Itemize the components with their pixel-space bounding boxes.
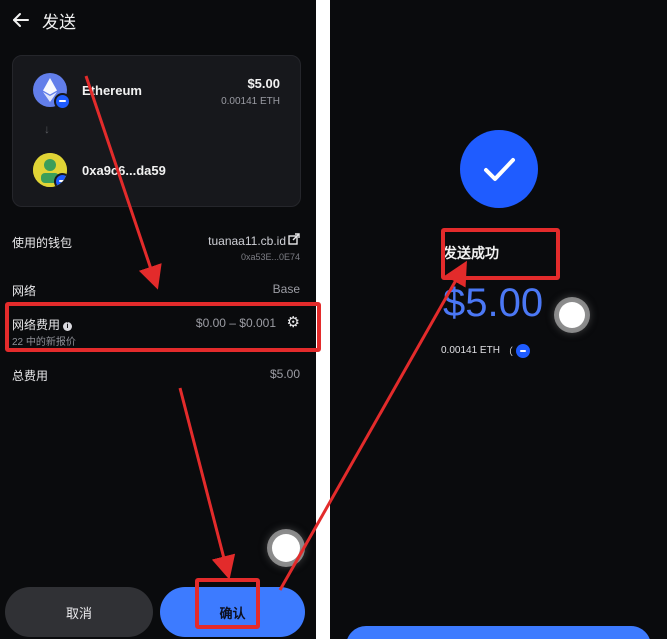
from-amount-eth: 0.00141 ETH — [221, 96, 280, 107]
cancel-button[interactable]: 取消 — [5, 587, 153, 637]
from-row: Ethereum — [33, 73, 142, 110]
check-icon — [484, 158, 515, 181]
from-amount-usd: $5.00 — [247, 76, 280, 91]
back-arrow-icon[interactable] — [12, 11, 30, 29]
network-value: Base — [272, 282, 300, 296]
sent-amount-eth: 0.00141 ETH — [441, 345, 500, 356]
wallet-label: 使用的钱包 — [12, 236, 73, 250]
wallet-name[interactable]: tuanaa11.cb.id — [208, 234, 286, 248]
done-button[interactable] — [346, 626, 651, 639]
transfer-summary-card: Ethereum $5.00 0.00141 ETH ↓ 0xa9c6...da… — [12, 55, 301, 207]
sent-amount-eth-row: 0.00141 ETH （ — [441, 343, 530, 358]
total-fee-label: 总费用 — [12, 369, 49, 383]
touch-indicator — [272, 534, 300, 562]
recipient-address: 0xa9c6...da59 — [82, 162, 166, 178]
touch-indicator — [559, 302, 585, 328]
to-row: 0xa9c6...da59 — [33, 153, 166, 187]
network-label: 网络 — [12, 284, 37, 298]
paren-open: （ — [502, 347, 513, 358]
sent-amount-usd: $5.00 — [443, 281, 544, 325]
success-check-badge — [460, 130, 538, 208]
confirm-highlight-box — [195, 578, 260, 629]
header: 发送 — [12, 8, 76, 32]
recipient-avatar — [33, 153, 67, 187]
wallet-address: 0xa53E...0E74 — [240, 252, 300, 262]
base-network-icon — [54, 173, 67, 187]
success-screen: 发送成功 $5.00 0.00141 ETH （ — [330, 0, 667, 639]
fee-highlight-box — [5, 302, 321, 352]
base-network-icon — [54, 93, 71, 110]
total-fee-value: $5.00 — [269, 367, 300, 381]
ethereum-icon — [33, 73, 71, 110]
success-highlight-box — [441, 228, 560, 280]
down-arrow-icon: ↓ — [44, 122, 50, 136]
base-network-icon — [515, 343, 530, 358]
from-token-name: Ethereum — [82, 82, 142, 98]
page-title: 发送 — [42, 12, 76, 32]
external-link-icon[interactable] — [288, 233, 300, 245]
